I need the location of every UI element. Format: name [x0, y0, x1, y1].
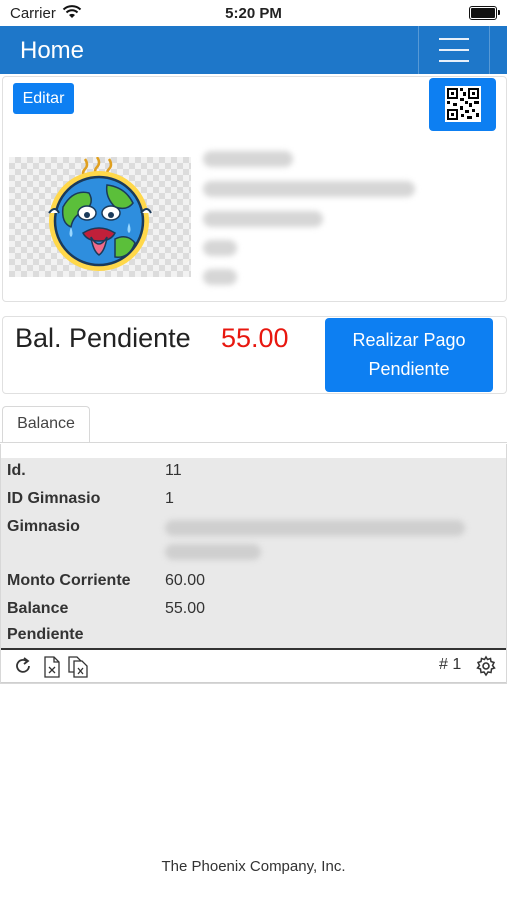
redacted-gym-name — [165, 520, 465, 536]
row-value-id: 11 — [165, 462, 182, 479]
row-label-current-amount: Monto Corriente — [7, 572, 131, 589]
pending-balance-amount: 55.00 — [221, 323, 289, 353]
clock: 5:20 PM — [225, 5, 282, 22]
status-bar: Carrier 5:20 PM — [0, 0, 507, 26]
excel-export-icon[interactable] — [43, 656, 61, 683]
row-label-gym-id: ID Gimnasio — [7, 490, 101, 507]
grid-toolbar: # 1 — [1, 648, 506, 683]
redacted-field — [203, 269, 237, 285]
redacted-phone — [203, 211, 323, 227]
copy-export-icon[interactable] — [67, 656, 89, 683]
navbar: Home — [0, 26, 507, 74]
page-title: Home — [20, 37, 85, 64]
row-label-gym: Gimnasio — [7, 518, 80, 535]
redacted-name — [203, 151, 293, 167]
avatar — [9, 157, 191, 277]
hamburger-menu-icon[interactable] — [418, 26, 490, 74]
edit-button[interactable]: Editar — [13, 83, 74, 114]
footer-company: The Phoenix Company, Inc. — [161, 858, 346, 875]
redacted-email — [203, 181, 415, 197]
qr-code-button[interactable] — [429, 78, 496, 131]
battery-icon — [469, 6, 500, 20]
tab-divider — [0, 442, 507, 443]
row-label-pending-balance: Balance Pendiente — [7, 600, 84, 643]
row-label-id: Id. — [7, 462, 26, 479]
pay-pending-button-label: Realizar Pago Pendiente — [352, 330, 466, 379]
qr-code-icon — [445, 86, 481, 122]
row-value-current-amount: 60.00 — [165, 572, 206, 589]
page-number: # 1 — [439, 656, 462, 673]
tab-balance[interactable]: Balance — [2, 406, 90, 443]
pay-pending-button[interactable]: Realizar Pago Pendiente — [325, 318, 493, 392]
grid-body: Id. 11 ID Gimnasio 1 Gimnasio Monto Corr… — [1, 458, 506, 648]
gear-icon[interactable] — [475, 655, 497, 682]
balance-card: Bal. Pendiente 55.00 Realizar Pago Pendi… — [2, 316, 507, 394]
pending-balance-label: Bal. Pendiente — [15, 323, 191, 353]
balance-grid: Id. 11 ID Gimnasio 1 Gimnasio Monto Corr… — [0, 444, 507, 684]
row-value-pending-balance: 55.00 — [165, 600, 206, 617]
row-value-gym-id: 1 — [165, 490, 174, 507]
refresh-icon[interactable] — [13, 656, 33, 681]
profile-card: Editar — [2, 76, 507, 302]
redacted-gym-name — [165, 544, 261, 560]
redacted-field — [203, 240, 237, 256]
